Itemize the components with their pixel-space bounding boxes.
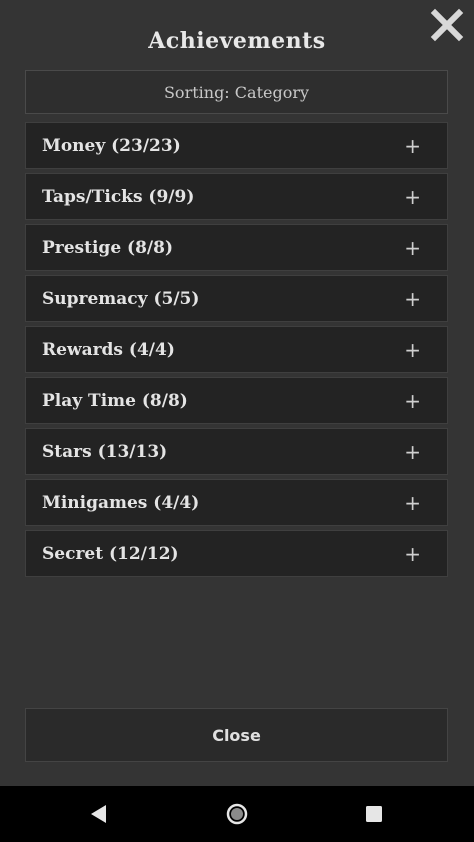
category-label: Taps/Ticks (9/9) xyxy=(42,186,195,207)
page-title: Achievements xyxy=(148,28,326,54)
expand-icon[interactable]: + xyxy=(404,544,421,564)
category-row-secret[interactable]: Secret (12/12) + xyxy=(25,530,448,577)
back-triangle-icon[interactable] xyxy=(85,800,113,828)
expand-icon[interactable]: + xyxy=(404,187,421,207)
recents-square-icon[interactable] xyxy=(360,800,388,828)
expand-icon[interactable]: + xyxy=(404,391,421,411)
category-row-taps-ticks[interactable]: Taps/Ticks (9/9) + xyxy=(25,173,448,220)
expand-icon[interactable]: + xyxy=(404,289,421,309)
close-button-label: Close xyxy=(212,725,261,745)
expand-icon[interactable]: + xyxy=(404,493,421,513)
category-row-minigames[interactable]: Minigames (4/4) + xyxy=(25,479,448,526)
category-row-stars[interactable]: Stars (13/13) + xyxy=(25,428,448,475)
sorting-button[interactable]: Sorting: Category xyxy=(25,70,448,114)
system-nav-bar xyxy=(0,786,474,842)
close-button[interactable]: Close xyxy=(25,708,448,762)
expand-icon[interactable]: + xyxy=(404,340,421,360)
category-row-money[interactable]: Money (23/23) + xyxy=(25,122,448,169)
category-label: Supremacy (5/5) xyxy=(42,288,200,309)
achievements-screen: Achievements Sorting: Category Money (23… xyxy=(0,0,474,786)
expand-icon[interactable]: + xyxy=(404,136,421,156)
category-label: Minigames (4/4) xyxy=(42,492,200,513)
category-row-play-time[interactable]: Play Time (8/8) + xyxy=(25,377,448,424)
category-label: Rewards (4/4) xyxy=(42,339,175,360)
expand-icon[interactable]: + xyxy=(404,442,421,462)
expand-icon[interactable]: + xyxy=(404,238,421,258)
category-row-prestige[interactable]: Prestige (8/8) + xyxy=(25,224,448,271)
category-label: Play Time (8/8) xyxy=(42,390,188,411)
category-label: Stars (13/13) xyxy=(42,441,168,462)
category-label: Money (23/23) xyxy=(42,135,181,156)
category-row-supremacy[interactable]: Supremacy (5/5) + xyxy=(25,275,448,322)
category-row-rewards[interactable]: Rewards (4/4) + xyxy=(25,326,448,373)
category-list: Money (23/23) + Taps/Ticks (9/9) + Prest… xyxy=(25,122,448,581)
category-label: Prestige (8/8) xyxy=(42,237,174,258)
sorting-label: Sorting: Category xyxy=(163,82,310,102)
category-label: Secret (12/12) xyxy=(42,543,179,564)
home-circle-icon[interactable] xyxy=(223,800,251,828)
